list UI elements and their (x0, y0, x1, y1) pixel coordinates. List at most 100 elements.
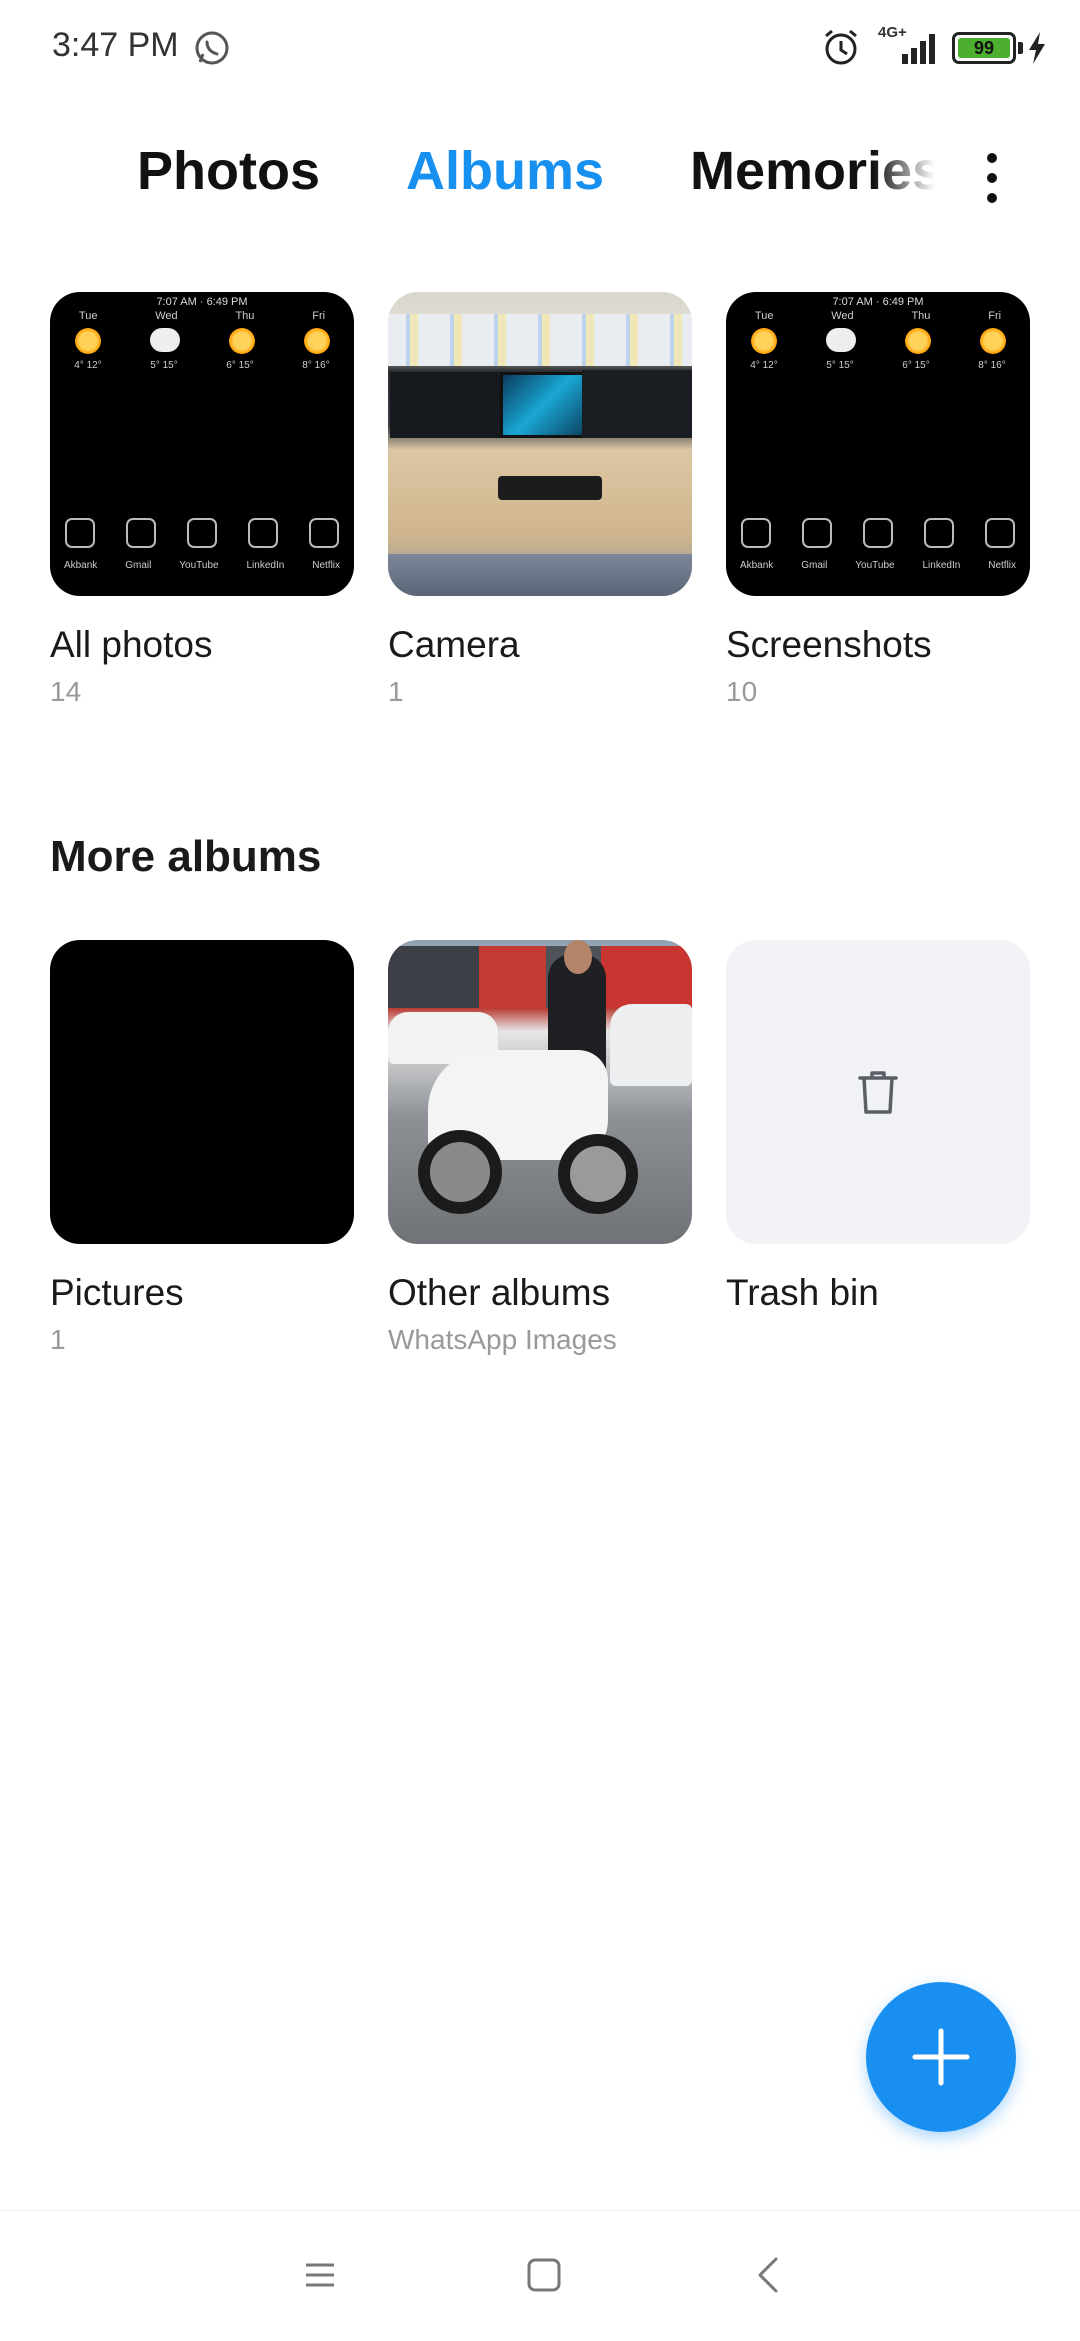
sun-icon (303, 328, 330, 354)
album-pictures[interactable]: Pictures 1 (50, 940, 354, 1355)
more-vertical-icon[interactable] (972, 148, 1012, 208)
alarm-icon (825, 29, 857, 65)
photo-wheel (418, 1130, 502, 1214)
app-icon (126, 518, 157, 548)
photo-monitor (390, 372, 500, 438)
app-icon (741, 518, 772, 548)
cloud-icon (825, 328, 856, 352)
signal-icon (902, 34, 935, 64)
preview-weather-icons (726, 328, 1030, 354)
tab-albums[interactable]: Albums (406, 140, 604, 202)
preview-app-labels: Akbank Gmail YouTube LinkedIn Netflix (50, 560, 354, 571)
square-home-icon[interactable] (520, 2251, 568, 2299)
preview-day: Tue (78, 310, 98, 322)
status-time: 3:47 PM (52, 26, 179, 64)
add-album-button[interactable] (866, 1982, 1016, 2132)
app-icon (802, 518, 833, 548)
preview-day: Wed (831, 310, 854, 322)
album-name: Pictures (50, 1272, 184, 1313)
app-icon (862, 518, 893, 548)
photo-wheel (558, 1134, 638, 1214)
preview-temps: 4° 12° 5° 15° 6° 15° 8° 16° (726, 360, 1030, 371)
album-thumbnail (726, 940, 1030, 1244)
preview-day: Thu (911, 310, 931, 322)
album-camera[interactable]: Camera 1 (388, 292, 692, 707)
album-count: 1 (50, 1324, 66, 1355)
photo-monitor (582, 370, 692, 438)
battery-level: 99 (958, 38, 1010, 58)
sun-icon (228, 328, 255, 354)
album-thumbnail: 7:07 AM · 6:49 PM Tue Wed Thu Fri 4° 12°… (50, 292, 354, 596)
photo-monitor (500, 372, 586, 438)
album-all-photos[interactable]: 7:07 AM · 6:49 PM Tue Wed Thu Fri 4° 12°… (50, 292, 354, 707)
album-screenshots[interactable]: 7:07 AM · 6:49 PM Tue Wed Thu Fri 4° 12°… (726, 292, 1030, 707)
preview-app-label: LinkedIn (922, 560, 961, 571)
cloud-icon (149, 328, 180, 352)
preview-temp: 8° 16° (302, 360, 330, 371)
album-name: Camera (388, 624, 520, 665)
album-trash-bin[interactable]: Trash bin (726, 940, 1030, 1313)
preview-app-label: LinkedIn (246, 560, 285, 571)
photo-floor (388, 554, 692, 596)
album-thumbnail (388, 292, 692, 596)
app-icon (984, 518, 1015, 548)
battery-tip (1018, 42, 1023, 54)
preview-temp: 6° 15° (902, 360, 930, 371)
photo-keyboard (498, 476, 602, 500)
gallery-tabs: Photos Albums Memories (0, 140, 1080, 220)
preview-top-line: 7:07 AM · 6:49 PM (832, 296, 924, 308)
preview-app-label: YouTube (179, 560, 219, 571)
battery-indicator: 99 (952, 32, 1016, 64)
app-icon (923, 518, 954, 548)
menu-lines-icon[interactable] (296, 2251, 344, 2299)
album-name: Other albums (388, 1272, 611, 1313)
album-thumbnail (388, 940, 692, 1244)
album-other-albums[interactable]: Other albums WhatsApp Images (388, 940, 692, 1355)
tab-memories[interactable]: Memories (690, 140, 935, 202)
preview-day: Fri (312, 310, 326, 322)
preview-days: Tue Wed Thu Fri (50, 310, 354, 322)
app-icon (186, 518, 217, 548)
system-navigation-bar (0, 2210, 1080, 2341)
photo-storefront (388, 946, 692, 1008)
album-name: All photos (50, 624, 213, 665)
app-icon (65, 518, 96, 548)
preview-day: Thu (235, 310, 255, 322)
preview-day: Tue (754, 310, 774, 322)
preview-temps: 4° 12° 5° 15° 6° 15° 8° 16° (50, 360, 354, 371)
sun-icon (750, 328, 777, 354)
status-bar: 3:47 PM 4G+ 99 (0, 0, 1080, 96)
trash-icon (858, 1071, 898, 1114)
preview-app-label: Gmail (125, 560, 152, 571)
preview-top-line: 7:07 AM · 6:49 PM (156, 296, 248, 308)
photo-person-head (564, 940, 592, 974)
chevron-back-icon[interactable] (746, 2251, 794, 2299)
tab-photos[interactable]: Photos (137, 140, 320, 202)
album-thumbnail (50, 940, 354, 1244)
album-subtitle: WhatsApp Images (388, 1324, 617, 1355)
album-thumbnail: 7:07 AM · 6:49 PM Tue Wed Thu Fri 4° 12°… (726, 292, 1030, 596)
preview-day: Wed (155, 310, 178, 322)
preview-app-icons (726, 518, 1030, 548)
app-icon (308, 518, 339, 548)
preview-app-label: Gmail (801, 560, 828, 571)
preview-app-label: Netflix (312, 560, 341, 571)
plus-icon (912, 2028, 970, 2086)
preview-temp: 4° 12° (74, 360, 102, 371)
preview-app-label: Akbank (63, 560, 98, 571)
preview-temp: 8° 16° (978, 360, 1006, 371)
preview-app-labels: Akbank Gmail YouTube LinkedIn Netflix (726, 560, 1030, 571)
photo-whiteboard (388, 314, 692, 366)
section-title-more-albums: More albums (50, 832, 322, 881)
preview-temp: 5° 15° (826, 360, 854, 371)
preview-temp: 5° 15° (150, 360, 178, 371)
album-count: 1 (388, 676, 404, 707)
sun-icon (904, 328, 931, 354)
sun-icon (979, 328, 1006, 354)
preview-app-icons (50, 518, 354, 548)
charging-icon (1029, 32, 1045, 64)
album-count: 10 (726, 676, 758, 707)
preview-app-label: Netflix (988, 560, 1017, 571)
whatsapp-icon (195, 31, 229, 65)
preview-temp: 4° 12° (750, 360, 778, 371)
